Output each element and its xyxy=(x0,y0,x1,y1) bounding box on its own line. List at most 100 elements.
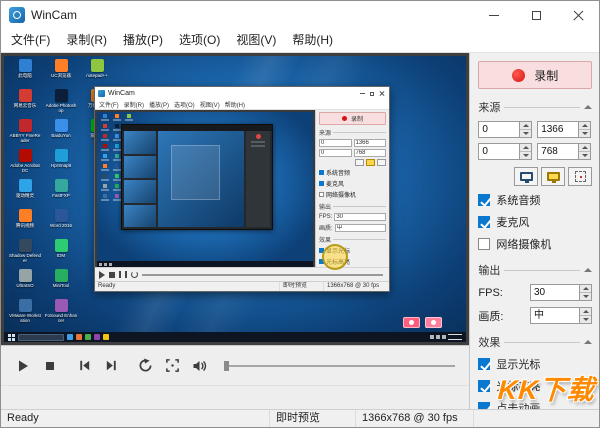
play-icon xyxy=(15,358,31,374)
fps-stepper[interactable]: 30 xyxy=(530,284,592,301)
desktop-icon: VMware Workstation xyxy=(8,299,42,329)
up-arrow-icon[interactable] xyxy=(580,308,591,315)
close-button[interactable] xyxy=(557,1,599,29)
menu-help[interactable]: 帮助(H) xyxy=(284,29,341,52)
desktop-icon-label: Shadow Defender xyxy=(9,253,42,263)
up-arrow-icon[interactable] xyxy=(580,285,591,292)
stepper-arrows[interactable] xyxy=(578,144,590,159)
restart-button[interactable] xyxy=(133,353,157,379)
menu-record[interactable]: 录制(R) xyxy=(58,29,115,52)
desktop-icon-image xyxy=(115,154,119,158)
down-arrow-icon[interactable] xyxy=(520,129,531,137)
unchecked-checkbox[interactable] xyxy=(478,238,490,250)
checkbox-label: 网络摄像机 xyxy=(496,236,551,252)
up-arrow-icon[interactable] xyxy=(520,144,531,151)
desktop-icon: UltraISO xyxy=(100,184,110,194)
capture-y-value[interactable]: 0 xyxy=(479,144,519,159)
down-arrow-icon[interactable] xyxy=(579,129,590,137)
menu-play[interactable]: 播放(P) xyxy=(115,29,171,52)
stepper-arrows[interactable] xyxy=(579,285,591,300)
up-arrow-icon[interactable] xyxy=(579,144,590,151)
nested-status-state: Ready xyxy=(95,282,279,291)
capture-width-value[interactable]: 1366 xyxy=(538,122,578,137)
checkbox-row-webcam[interactable]: 网络摄像机 xyxy=(478,236,592,252)
skip-to-start-button[interactable] xyxy=(72,353,96,379)
checkbox-row-system-audio[interactable]: 系统音频 xyxy=(478,192,592,208)
fullscreen-button[interactable] xyxy=(160,353,184,379)
capture-region-button[interactable] xyxy=(568,167,592,186)
checked-checkbox[interactable] xyxy=(478,216,490,228)
menu-file[interactable]: 文件(F) xyxy=(3,29,58,52)
seek-slider-thumb[interactable] xyxy=(224,361,229,371)
collapse-chevron-icon[interactable] xyxy=(584,105,592,110)
maximize-button[interactable] xyxy=(515,1,557,29)
play-button[interactable] xyxy=(11,353,35,379)
capture-region-fields: 0 1366 0 768 xyxy=(478,121,592,160)
capture-window-button[interactable] xyxy=(541,167,565,186)
stepper-arrows[interactable] xyxy=(519,122,531,137)
minimize-button[interactable] xyxy=(473,1,515,29)
desktop-icon-image xyxy=(115,114,119,118)
seek-slider[interactable] xyxy=(224,359,459,373)
desktop-icon-image xyxy=(19,59,32,72)
stepper-arrows[interactable] xyxy=(579,308,591,323)
quality-stepper[interactable]: 中 xyxy=(530,307,592,324)
collapse-chevron-icon[interactable] xyxy=(584,268,592,273)
seek-slider-track[interactable] xyxy=(224,365,455,367)
nested-record-icon xyxy=(342,116,347,121)
down-arrow-icon[interactable] xyxy=(580,292,591,300)
fullscreen-icon xyxy=(165,358,180,373)
checked-checkbox[interactable] xyxy=(478,194,490,206)
monitor-icon xyxy=(520,172,533,181)
skip-to-end-button[interactable] xyxy=(99,353,123,379)
desktop-icon-label: VMware Workstation xyxy=(101,199,109,201)
volume-button[interactable] xyxy=(187,353,211,379)
stepper-arrows[interactable] xyxy=(519,144,531,159)
capture-screen-button[interactable] xyxy=(514,167,538,186)
capture-height-value[interactable]: 768 xyxy=(538,144,578,159)
capture-y-stepper[interactable]: 0 xyxy=(478,143,532,160)
desktop-icon-label: Adobe Acrobat DC xyxy=(101,149,109,151)
record-button[interactable]: 录制 xyxy=(478,61,592,89)
checked-checkbox[interactable] xyxy=(478,380,490,392)
desktop-icon-image xyxy=(115,134,119,138)
desktop-icon-image xyxy=(55,239,68,252)
down-arrow-icon[interactable] xyxy=(579,151,590,159)
taskbar-app-icon xyxy=(85,334,91,340)
stop-button[interactable] xyxy=(38,353,62,379)
nested-menu-view: 视图(V) xyxy=(200,100,220,109)
desktop-icon: notepad++ xyxy=(124,114,134,124)
capture-mode-buttons xyxy=(478,167,592,186)
collapse-chevron-icon[interactable] xyxy=(584,340,592,345)
nested-menubar: 文件(F) 录制(R) 播放(P) 选项(O) 视图(V) 帮助(H) xyxy=(95,100,389,110)
fps-value[interactable]: 30 xyxy=(531,285,579,300)
window-controls xyxy=(473,1,599,29)
menu-view[interactable]: 视图(V) xyxy=(228,29,284,52)
captured-desktop: 此电脑网易云音乐ABBYY FineReaderAdobe Acrobat DC… xyxy=(4,56,466,342)
quality-value[interactable]: 中 xyxy=(531,308,579,323)
nested-fps-row: FPS: 30 xyxy=(319,213,386,221)
nested-status-format: 1366x768 @ 30 fps xyxy=(323,282,389,291)
nested-output-header: 输出 xyxy=(319,202,386,211)
desktop-icon-label: ABBYY FineReader xyxy=(101,139,109,141)
desktop-icon-label: UC浏览器 xyxy=(113,119,121,121)
site-watermark: KK下载 xyxy=(497,368,597,407)
checked-checkbox[interactable] xyxy=(478,402,490,409)
down-arrow-icon[interactable] xyxy=(580,315,591,323)
capture-x-value[interactable]: 0 xyxy=(479,122,519,137)
nested-menu-help: 帮助(H) xyxy=(225,100,245,109)
stepper-arrows[interactable] xyxy=(578,122,590,137)
desktop-icon: Shadow Defender xyxy=(100,174,110,184)
nested-menu-record: 录制(R) xyxy=(124,100,144,109)
capture-x-stepper[interactable]: 0 xyxy=(478,121,532,138)
up-arrow-icon[interactable] xyxy=(520,122,531,129)
menu-options[interactable]: 选项(O) xyxy=(171,29,228,52)
up-arrow-icon[interactable] xyxy=(579,122,590,129)
checkbox-label: 麦克风 xyxy=(326,179,344,188)
checked-checkbox[interactable] xyxy=(478,358,490,370)
checkbox-row-microphone[interactable]: 麦克风 xyxy=(478,214,592,230)
desktop-icon: 驱动精灵 xyxy=(100,154,110,164)
down-arrow-icon[interactable] xyxy=(520,151,531,159)
capture-width-stepper[interactable]: 1366 xyxy=(537,121,591,138)
capture-height-stepper[interactable]: 768 xyxy=(537,143,591,160)
